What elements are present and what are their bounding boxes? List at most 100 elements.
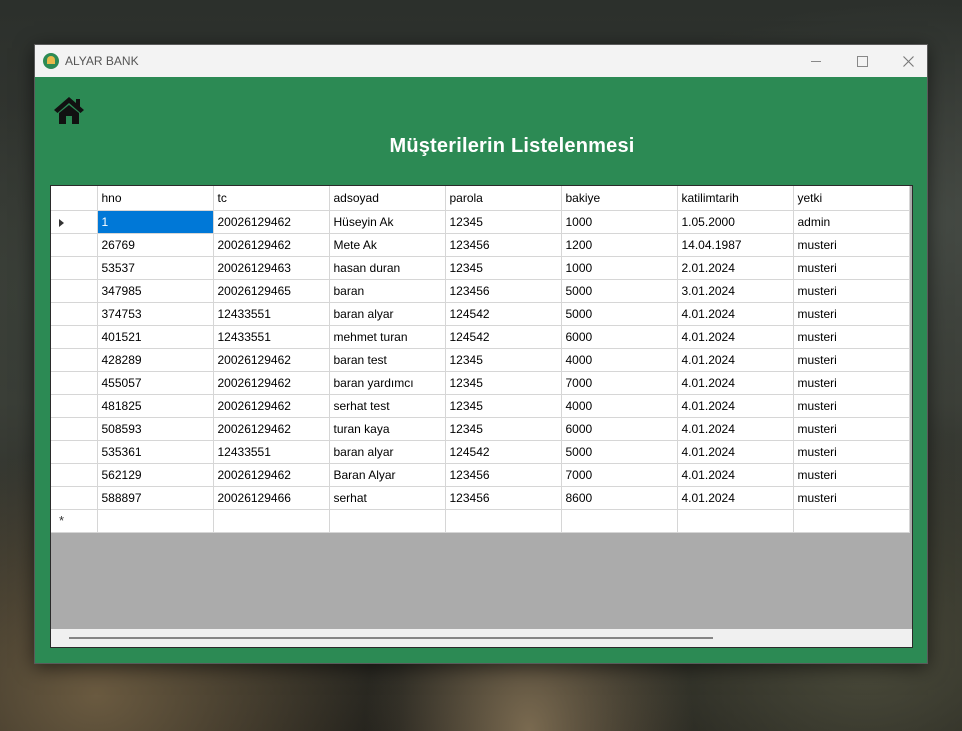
row-header[interactable]: *	[51, 509, 98, 533]
column-header-katilimtarih[interactable]: katilimtarih	[677, 186, 794, 211]
cell-adsoyad[interactable]: baran yardımcı	[329, 371, 446, 395]
table-row[interactable]: 401521 12433551 mehmet turan 124542 6000 4.01…	[51, 325, 910, 349]
cell-tc[interactable]: 12433551	[213, 325, 330, 349]
cell-tc[interactable]: 20026129463	[213, 256, 330, 280]
column-header-tc[interactable]: tc	[213, 186, 330, 211]
cell-tc[interactable]: 12433551	[213, 302, 330, 326]
cell-hno[interactable]: 428289	[97, 348, 214, 372]
cell-katilimtarih[interactable]: 4.01.2024	[677, 371, 794, 395]
cell-katilimtarih[interactable]: 4.01.2024	[677, 302, 794, 326]
maximize-button[interactable]	[839, 45, 885, 77]
cell-hno[interactable]: 588897	[97, 486, 214, 510]
row-header[interactable]	[51, 394, 98, 418]
cell-adsoyad[interactable]: turan kaya	[329, 417, 446, 441]
horizontal-scrollbar[interactable]	[51, 629, 912, 647]
cell-yetki[interactable]: musteri	[793, 256, 910, 280]
cell-parola[interactable]: 123456	[445, 279, 562, 303]
cell-tc[interactable]: 20026129462	[213, 348, 330, 372]
cell-parola[interactable]: 12345	[445, 256, 562, 280]
cell-katilimtarih[interactable]: 1.05.2000	[677, 210, 794, 234]
row-header[interactable]	[51, 463, 98, 487]
column-header-hno[interactable]: hno	[97, 186, 214, 211]
cell-parola[interactable]: 124542	[445, 302, 562, 326]
cell-hno[interactable]: 347985	[97, 279, 214, 303]
cell-katilimtarih[interactable]: 3.01.2024	[677, 279, 794, 303]
table-row[interactable]: 428289 20026129462 baran test 12345 4000 4.01…	[51, 348, 910, 372]
row-header-corner[interactable]	[51, 186, 98, 211]
table-row[interactable]: 53537 20026129463 hasan duran 12345 1000 2.01…	[51, 256, 910, 280]
row-header[interactable]	[51, 302, 98, 326]
cell-parola[interactable]	[445, 509, 562, 533]
cell-hno[interactable]: 455057	[97, 371, 214, 395]
cell-katilimtarih[interactable]: 14.04.1987	[677, 233, 794, 257]
cell-adsoyad[interactable]: baran alyar	[329, 440, 446, 464]
table-row[interactable]: 588897 20026129466 serhat 123456 8600 4.01.20…	[51, 486, 910, 510]
cell-hno[interactable]: 53537	[97, 256, 214, 280]
cell-hno[interactable]: 562129	[97, 463, 214, 487]
cell-bakiye[interactable]: 6000	[561, 325, 678, 349]
cell-parola[interactable]: 12345	[445, 394, 562, 418]
cell-parola[interactable]: 12345	[445, 371, 562, 395]
table-row[interactable]: 562129 20026129462 Baran Alyar 123456 7000 4.…	[51, 463, 910, 487]
cell-yetki[interactable]	[793, 509, 910, 533]
table-row[interactable]: 455057 20026129462 baran yardımcı 12345 7000…	[51, 371, 910, 395]
cell-bakiye[interactable]: 5000	[561, 302, 678, 326]
cell-hno[interactable]: 481825	[97, 394, 214, 418]
cell-katilimtarih[interactable]: 4.01.2024	[677, 394, 794, 418]
cell-bakiye[interactable]: 7000	[561, 463, 678, 487]
row-header[interactable]	[51, 417, 98, 441]
cell-adsoyad[interactable]: hasan duran	[329, 256, 446, 280]
cell-parola[interactable]: 123456	[445, 486, 562, 510]
cell-parola[interactable]: 124542	[445, 325, 562, 349]
cell-bakiye[interactable]: 1200	[561, 233, 678, 257]
cell-bakiye[interactable]: 5000	[561, 279, 678, 303]
cell-yetki[interactable]: musteri	[793, 440, 910, 464]
cell-adsoyad[interactable]: baran test	[329, 348, 446, 372]
row-header[interactable]	[51, 348, 98, 372]
cell-bakiye[interactable]: 8600	[561, 486, 678, 510]
row-header[interactable]	[51, 279, 98, 303]
cell-yetki[interactable]: musteri	[793, 348, 910, 372]
row-header[interactable]	[51, 210, 98, 234]
row-header[interactable]	[51, 233, 98, 257]
table-row[interactable]: 26769 20026129462 Mete Ak 123456 1200 14.04.1…	[51, 233, 910, 257]
cell-hno[interactable]	[97, 509, 214, 533]
cell-katilimtarih[interactable]: 4.01.2024	[677, 463, 794, 487]
cell-adsoyad[interactable]: Mete Ak	[329, 233, 446, 257]
cell-bakiye[interactable]: 7000	[561, 371, 678, 395]
cell-yetki[interactable]: musteri	[793, 486, 910, 510]
row-header[interactable]	[51, 371, 98, 395]
cell-bakiye[interactable]: 4000	[561, 394, 678, 418]
cell-yetki[interactable]: musteri	[793, 463, 910, 487]
cell-yetki[interactable]: musteri	[793, 371, 910, 395]
cell-katilimtarih[interactable]: 2.01.2024	[677, 256, 794, 280]
table-row[interactable]: 374753 12433551 baran alyar 124542 5000 4.01.…	[51, 302, 910, 326]
cell-yetki[interactable]: admin	[793, 210, 910, 234]
cell-yetki[interactable]: musteri	[793, 325, 910, 349]
table-row[interactable]: 347985 20026129465 baran 123456 5000 3.01.202…	[51, 279, 910, 303]
cell-hno[interactable]: 26769	[97, 233, 214, 257]
minimize-button[interactable]	[793, 45, 839, 77]
cell-adsoyad[interactable]	[329, 509, 446, 533]
cell-hno[interactable]: 535361	[97, 440, 214, 464]
cell-tc[interactable]: 20026129466	[213, 486, 330, 510]
cell-tc[interactable]: 20026129462	[213, 463, 330, 487]
cell-bakiye[interactable]: 1000	[561, 256, 678, 280]
cell-hno[interactable]: 508593	[97, 417, 214, 441]
cell-parola[interactable]: 123456	[445, 233, 562, 257]
cell-adsoyad[interactable]: baran alyar	[329, 302, 446, 326]
cell-adsoyad[interactable]: serhat test	[329, 394, 446, 418]
row-header[interactable]	[51, 325, 98, 349]
home-button[interactable]	[53, 95, 85, 127]
cell-katilimtarih[interactable]: 4.01.2024	[677, 440, 794, 464]
cell-adsoyad[interactable]: Baran Alyar	[329, 463, 446, 487]
cell-bakiye[interactable]: 4000	[561, 348, 678, 372]
new-row[interactable]: *	[51, 509, 910, 533]
close-button[interactable]	[885, 45, 931, 77]
cell-katilimtarih[interactable]: 4.01.2024	[677, 348, 794, 372]
cell-hno[interactable]: 1	[97, 210, 214, 234]
cell-parola[interactable]: 12345	[445, 417, 562, 441]
scrollbar-thumb[interactable]	[69, 637, 713, 639]
table-row[interactable]: 1 20026129462 Hüseyin Ak 12345 1000 1.05.2000…	[51, 210, 910, 234]
cell-yetki[interactable]: musteri	[793, 417, 910, 441]
